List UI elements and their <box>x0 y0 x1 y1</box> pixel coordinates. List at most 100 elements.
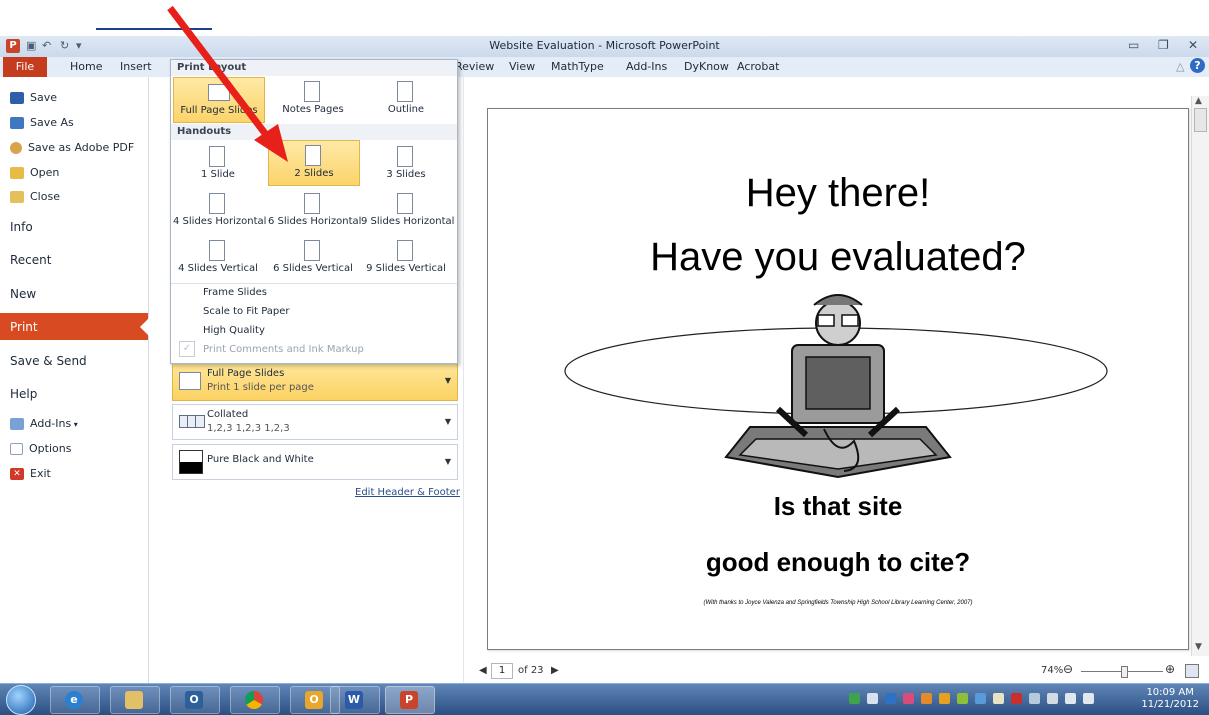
tray-mail-icon[interactable] <box>903 693 914 704</box>
tray-power-icon[interactable] <box>1047 693 1058 704</box>
options-button[interactable]: Options <box>10 442 71 455</box>
computer-user-clipart-icon <box>724 294 952 479</box>
minimize-icon[interactable]: ▭ <box>1128 38 1139 52</box>
chevron-down-icon: ▼ <box>444 417 451 426</box>
option-6-slides-vertical[interactable]: 6 Slides Vertical <box>268 236 358 280</box>
close-window-icon[interactable]: ✕ <box>1188 38 1198 52</box>
fit-to-window-icon[interactable] <box>1185 664 1199 678</box>
scroll-up-icon[interactable]: ▲ <box>1195 96 1202 106</box>
option-label: Outline <box>387 104 425 115</box>
tab-acrobat[interactable]: Acrobat <box>737 60 779 73</box>
taskbar-powerpoint[interactable]: P <box>385 686 435 714</box>
tray-office-icon[interactable] <box>921 693 932 704</box>
option-6-slides-horizontal[interactable]: 6 Slides Horizontal <box>268 189 361 233</box>
option-3-slides[interactable]: 3 Slides <box>361 142 451 186</box>
tab-home[interactable]: Home <box>70 60 102 73</box>
tray-network-icon[interactable] <box>849 693 860 704</box>
option-4-slides-horizontal[interactable]: 4 Slides Horizontal <box>173 189 267 233</box>
taskbar-clock[interactable]: 10:09 AM 11/21/2012 <box>1141 687 1199 711</box>
tray-outlook-icon[interactable] <box>939 693 950 704</box>
save-pdf-button[interactable]: Save as Adobe PDF <box>10 141 134 154</box>
full-page-slide-thumb-icon <box>208 84 230 101</box>
print-layout-header: Print Layout <box>171 60 457 76</box>
recent-button[interactable]: Recent <box>10 253 51 267</box>
start-button[interactable] <box>6 685 36 715</box>
scroll-thumb[interactable] <box>1194 108 1207 132</box>
taskbar-word[interactable]: W <box>330 686 380 714</box>
option-label: Notes Pages <box>282 104 344 115</box>
tray-security-icon[interactable] <box>885 693 896 704</box>
ribbon-collapse-icon[interactable]: △ <box>1176 60 1184 73</box>
scale-to-fit-option[interactable]: Scale to Fit Paper <box>203 306 290 317</box>
color-setting-dropdown[interactable]: Pure Black and White ▼ <box>172 444 458 480</box>
close-button[interactable]: Close <box>10 190 60 203</box>
option-outline[interactable]: Outline <box>361 77 451 121</box>
preview-scrollbar[interactable]: ▲ ▼ <box>1191 96 1209 656</box>
option-label: 4 Slides Horizontal <box>173 216 267 227</box>
tray-app-icon[interactable] <box>867 693 878 704</box>
black-white-icon <box>179 450 203 474</box>
tab-view[interactable]: View <box>509 60 535 73</box>
exit-icon: ✕ <box>10 468 24 480</box>
info-button[interactable]: Info <box>10 220 33 234</box>
tray-sync-icon[interactable] <box>975 693 986 704</box>
print-comments-option[interactable]: Print Comments and Ink Markup <box>203 344 364 355</box>
zoom-in-icon[interactable]: ⊕ <box>1165 662 1175 676</box>
collated-setting-dropdown[interactable]: Collated 1,2,3 1,2,3 1,2,3 ▼ <box>172 404 458 440</box>
option-9-slides-horizontal[interactable]: 9 Slides Horizontal <box>361 189 454 233</box>
tray-signal-icon[interactable] <box>1065 693 1076 704</box>
help-icon[interactable]: ? <box>1190 58 1205 73</box>
layout-setting-dropdown[interactable]: Full Page Slides Print 1 slide per page … <box>172 363 458 401</box>
four-slides-h-thumb-icon <box>209 193 225 214</box>
restore-icon[interactable]: ❐ <box>1158 38 1169 52</box>
taskbar-explorer[interactable] <box>110 686 160 714</box>
page-total: of 23 <box>518 665 544 676</box>
tab-file[interactable]: File <box>3 57 47 77</box>
help-button[interactable]: Help <box>10 387 37 401</box>
tray-alert-icon[interactable] <box>1011 693 1022 704</box>
tab-dyknow[interactable]: DyKnow <box>684 60 729 73</box>
scroll-down-icon[interactable]: ▼ <box>1195 642 1202 652</box>
save-button[interactable]: Save <box>10 91 57 104</box>
chevron-down-icon: ▼ <box>444 376 451 385</box>
high-quality-option[interactable]: High Quality <box>203 325 265 336</box>
tray-usb-icon[interactable] <box>1029 693 1040 704</box>
underline-decoration <box>96 28 212 30</box>
addins-button[interactable]: Add-Ins ▾ <box>10 417 78 430</box>
zoom-out-icon[interactable]: ⊖ <box>1063 662 1073 676</box>
tab-review[interactable]: Review <box>455 60 494 73</box>
print-button[interactable]: Print <box>0 313 148 340</box>
next-page-icon[interactable]: ▶ <box>551 665 559 676</box>
open-button[interactable]: Open <box>10 166 59 179</box>
page-number-input[interactable]: 1 <box>491 663 513 679</box>
collated-subtitle: 1,2,3 1,2,3 1,2,3 <box>207 423 290 434</box>
save-as-button[interactable]: Save As <box>10 116 74 129</box>
system-tray: 10:09 AM 11/21/2012 <box>819 684 1209 715</box>
layout-setting-title: Full Page Slides <box>207 368 285 379</box>
tray-update-icon[interactable] <box>957 693 968 704</box>
frame-slides-option[interactable]: Frame Slides <box>203 287 267 298</box>
prev-page-icon[interactable]: ◀ <box>479 665 487 676</box>
option-notes-pages[interactable]: Notes Pages <box>268 77 358 121</box>
taskbar-chrome[interactable] <box>230 686 280 714</box>
edit-header-footer-link[interactable]: Edit Header & Footer <box>355 487 460 498</box>
option-4-slides-vertical[interactable]: 4 Slides Vertical <box>173 236 263 280</box>
tab-addins[interactable]: Add-Ins <box>626 60 667 73</box>
folder-open-icon <box>10 167 24 179</box>
option-full-page-slides[interactable]: Full Page Slides <box>173 77 265 123</box>
new-button[interactable]: New <box>10 287 36 301</box>
outlook-icon: O <box>305 691 323 709</box>
save-send-button[interactable]: Save & Send <box>10 354 87 368</box>
tray-volume-icon[interactable] <box>1083 693 1094 704</box>
taskbar-ie[interactable]: e <box>50 686 100 714</box>
option-2-slides[interactable]: 2 Slides <box>268 140 360 186</box>
option-9-slides-vertical[interactable]: 9 Slides Vertical <box>361 236 451 280</box>
zoom-slider-handle[interactable] <box>1121 666 1128 678</box>
taskbar-outlook-app[interactable]: O <box>170 686 220 714</box>
save-pdf-label: Save as Adobe PDF <box>28 141 135 154</box>
tray-pen-icon[interactable] <box>993 693 1004 704</box>
exit-button[interactable]: ✕ Exit <box>10 467 51 480</box>
tab-insert[interactable]: Insert <box>120 60 152 73</box>
option-1-slide[interactable]: 1 Slide <box>173 142 263 186</box>
tab-mathtype[interactable]: MathType <box>551 60 604 73</box>
